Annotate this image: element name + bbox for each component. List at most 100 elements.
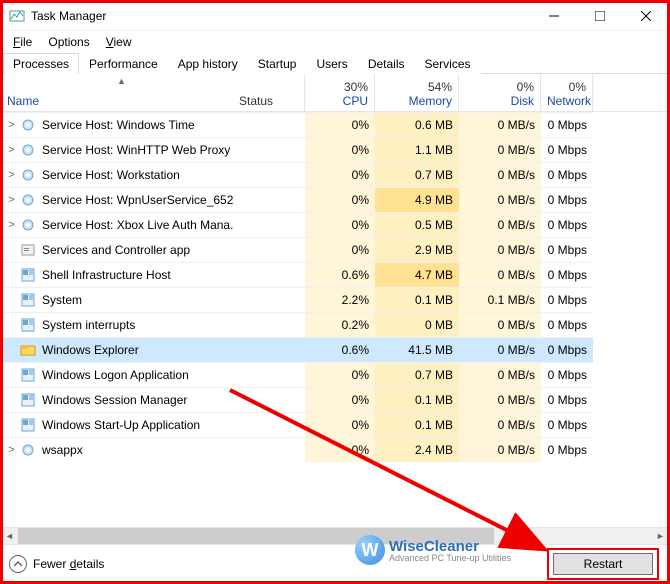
col-header-status[interactable]: Status <box>233 74 305 111</box>
status-cell <box>233 362 305 387</box>
memory-cell: 4.7 MB <box>375 262 459 287</box>
chevron-up-icon <box>9 555 27 573</box>
scroll-thumb[interactable] <box>18 528 494 545</box>
scroll-left-button[interactable]: ◄ <box>1 528 18 545</box>
menu-view[interactable]: View <box>98 33 140 51</box>
svc-icon <box>20 242 36 258</box>
col-header-network[interactable]: 0%Network <box>541 74 593 111</box>
col-header-memory[interactable]: 54%Memory <box>375 74 459 111</box>
titlebar[interactable]: Task Manager <box>1 1 669 31</box>
memory-cell: 41.5 MB <box>375 337 459 362</box>
process-row[interactable]: >System interrupts0.2%0 MB0 MB/s0 Mbps <box>1 312 669 337</box>
status-cell <box>233 437 305 462</box>
disk-cell: 0 MB/s <box>459 262 541 287</box>
cpu-cell: 0.6% <box>305 262 375 287</box>
sys-icon <box>20 367 36 383</box>
network-cell: 0 Mbps <box>541 412 593 437</box>
tab-app-history[interactable]: App history <box>168 53 248 74</box>
gear-icon <box>20 217 36 233</box>
process-row[interactable]: >Service Host: WpnUserService_652070%4.9… <box>1 187 669 212</box>
status-cell <box>233 162 305 187</box>
name-cell: >wsappx <box>1 437 233 462</box>
memory-cell: 0 MB <box>375 312 459 337</box>
gear-icon <box>20 192 36 208</box>
app-icon <box>9 8 25 24</box>
cpu-cell: 0.6% <box>305 337 375 362</box>
cpu-cell: 0% <box>305 137 375 162</box>
network-cell: 0 Mbps <box>541 112 593 137</box>
process-row[interactable]: >Service Host: Workstation0%0.7 MB0 MB/s… <box>1 162 669 187</box>
col-header-cpu[interactable]: 30%CPU <box>305 74 375 111</box>
process-row[interactable]: >Service Host: Windows Time0%0.6 MB0 MB/… <box>1 112 669 137</box>
disk-cell: 0 MB/s <box>459 387 541 412</box>
restart-button[interactable]: Restart <box>553 553 653 575</box>
tab-details[interactable]: Details <box>358 53 415 74</box>
tab-services[interactable]: Services <box>415 53 481 74</box>
cpu-cell: 0% <box>305 212 375 237</box>
process-row[interactable]: >Windows Session Manager0%0.1 MB0 MB/s0 … <box>1 387 669 412</box>
status-cell <box>233 287 305 312</box>
status-cell <box>233 337 305 362</box>
memory-cell: 1.1 MB <box>375 137 459 162</box>
cpu-cell: 0% <box>305 237 375 262</box>
restart-highlight: Restart <box>547 548 659 580</box>
close-button[interactable] <box>623 1 669 31</box>
status-cell <box>233 237 305 262</box>
exp-icon <box>20 342 36 358</box>
process-row[interactable]: >Service Host: WinHTTP Web Proxy ...0%1.… <box>1 137 669 162</box>
expand-toggle[interactable]: > <box>5 219 18 231</box>
process-row[interactable]: >Windows Explorer0.6%41.5 MB0 MB/s0 Mbps <box>1 337 669 362</box>
memory-cell: 0.1 MB <box>375 387 459 412</box>
tab-performance[interactable]: Performance <box>79 53 168 74</box>
fewer-details-button[interactable]: Fewer details <box>9 555 104 573</box>
expand-toggle[interactable]: > <box>5 169 18 181</box>
maximize-button[interactable] <box>577 1 623 31</box>
name-cell: >Windows Logon Application <box>1 362 233 387</box>
gear-icon <box>20 117 36 133</box>
process-row[interactable]: >Windows Start-Up Application0%0.1 MB0 M… <box>1 412 669 437</box>
process-name: Shell Infrastructure Host <box>42 268 171 282</box>
expand-toggle[interactable]: > <box>5 194 18 206</box>
menu-options[interactable]: Options <box>40 33 97 51</box>
process-row[interactable]: >Services and Controller app0%2.9 MB0 MB… <box>1 237 669 262</box>
scroll-track[interactable] <box>18 528 652 545</box>
cpu-cell: 0% <box>305 387 375 412</box>
network-cell: 0 Mbps <box>541 337 593 362</box>
tab-processes[interactable]: Processes <box>3 53 79 74</box>
process-name: Service Host: Workstation <box>42 168 180 182</box>
menu-file[interactable]: File <box>5 33 40 51</box>
process-row[interactable]: >Shell Infrastructure Host0.6%4.7 MB0 MB… <box>1 262 669 287</box>
fewer-details-label: Fewer details <box>33 557 104 571</box>
network-cell: 0 Mbps <box>541 162 593 187</box>
tab-startup[interactable]: Startup <box>248 53 307 74</box>
scroll-right-button[interactable]: ► <box>652 528 669 545</box>
minimize-button[interactable] <box>531 1 577 31</box>
expand-toggle[interactable]: > <box>5 144 18 156</box>
name-cell: >System <box>1 287 233 312</box>
network-cell: 0 Mbps <box>541 362 593 387</box>
network-cell: 0 Mbps <box>541 262 593 287</box>
expand-toggle[interactable]: > <box>5 119 18 131</box>
name-cell: >Services and Controller app <box>1 237 233 262</box>
cpu-cell: 0% <box>305 412 375 437</box>
status-cell <box>233 137 305 162</box>
process-row[interactable]: >System2.2%0.1 MB0.1 MB/s0 Mbps <box>1 287 669 312</box>
memory-cell: 0.7 MB <box>375 162 459 187</box>
cpu-cell: 0% <box>305 362 375 387</box>
network-cell: 0 Mbps <box>541 312 593 337</box>
menubar: File Options View <box>1 31 669 52</box>
process-row[interactable]: >Windows Logon Application0%0.7 MB0 MB/s… <box>1 362 669 387</box>
process-name: Windows Start-Up Application <box>42 418 200 432</box>
memory-cell: 4.9 MB <box>375 187 459 212</box>
expand-toggle[interactable]: > <box>5 444 18 456</box>
process-row[interactable]: >Service Host: Xbox Live Auth Mana...0%0… <box>1 212 669 237</box>
process-name: Service Host: Windows Time <box>42 118 195 132</box>
process-row[interactable]: >wsappx0%2.4 MB0 MB/s0 Mbps <box>1 437 669 462</box>
disk-cell: 0 MB/s <box>459 187 541 212</box>
disk-cell: 0 MB/s <box>459 162 541 187</box>
disk-cell: 0 MB/s <box>459 412 541 437</box>
horizontal-scrollbar[interactable]: ◄ ► <box>1 527 669 544</box>
tab-users[interactable]: Users <box>306 53 357 74</box>
memory-cell: 0.5 MB <box>375 212 459 237</box>
col-header-disk[interactable]: 0%Disk <box>459 74 541 111</box>
